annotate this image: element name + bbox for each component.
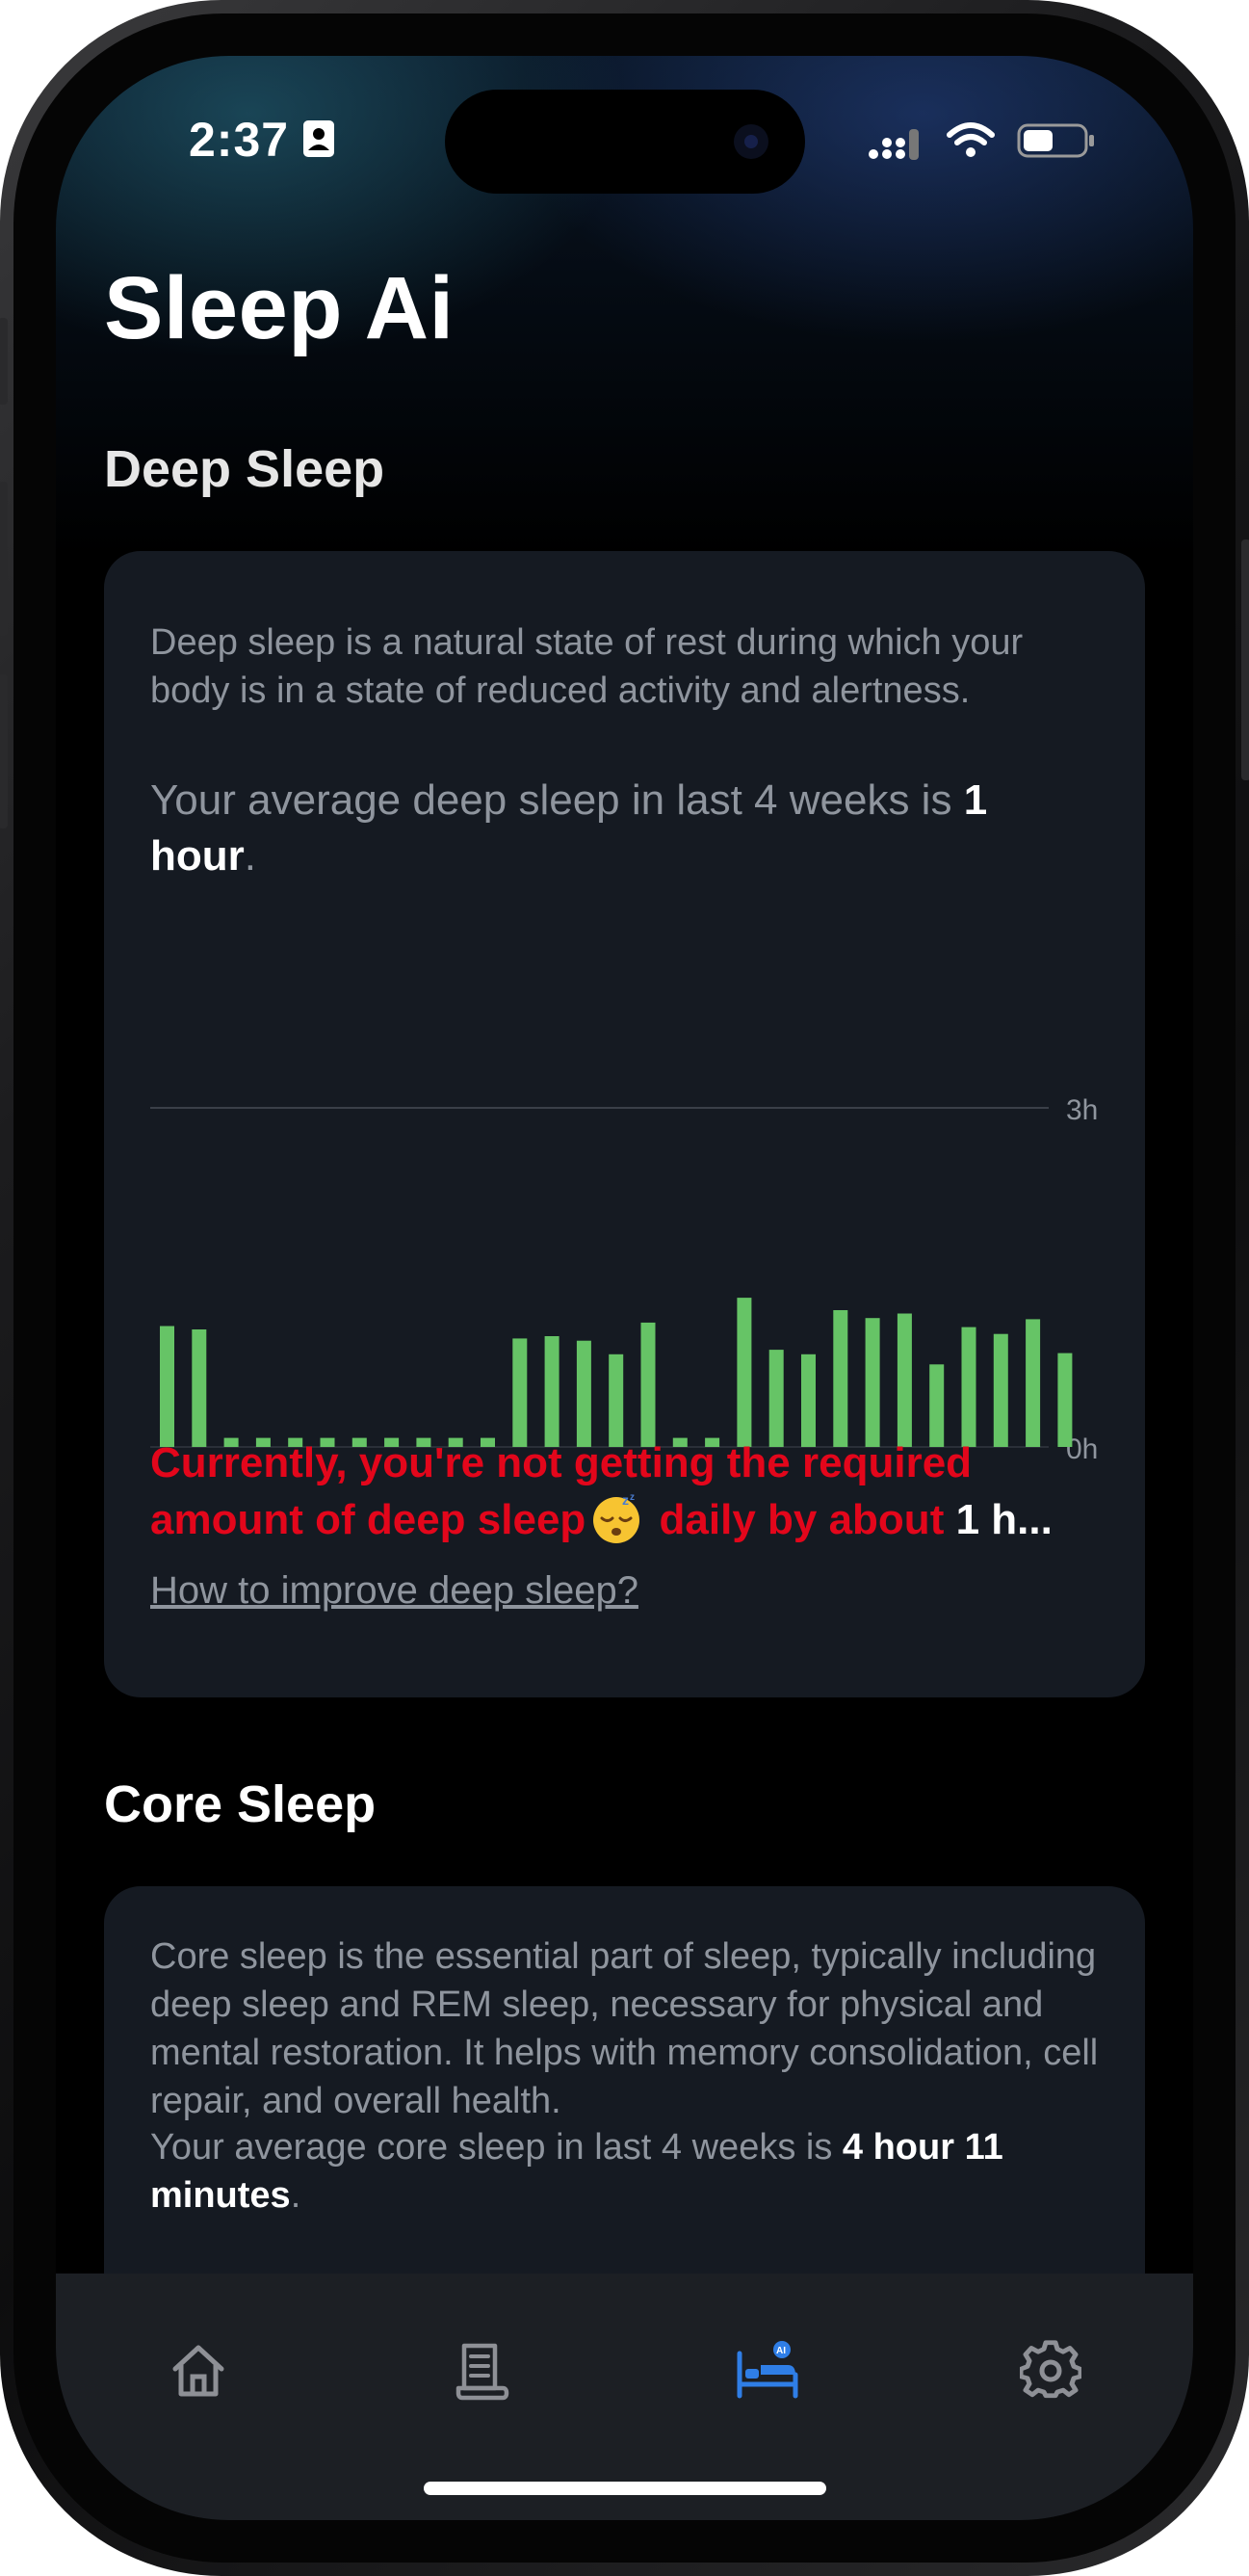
deep-sleep-title: Deep Sleep: [104, 440, 385, 498]
sleep-ai-icon: AI: [737, 2341, 798, 2399]
status-bar: 2:37: [56, 56, 1193, 200]
chart-bar: [801, 1354, 816, 1447]
chart-bar: [993, 1333, 1008, 1447]
chart-bar: [544, 1336, 559, 1447]
chart-bar: [1026, 1319, 1041, 1447]
tab-sleep-ai[interactable]: AI: [724, 2327, 811, 2414]
deep-sleep-average-prefix: Your average deep sleep in last 4 weeks …: [150, 776, 964, 824]
chart-tick-top: 3h: [1066, 1094, 1098, 1126]
dynamic-island: [445, 90, 805, 194]
gear-icon: [1020, 2340, 1081, 2399]
tab-home[interactable]: [155, 2327, 242, 2414]
tab-settings[interactable]: [1007, 2327, 1094, 2414]
chart-bar: [640, 1322, 656, 1447]
deep-sleep-chart: 3h 0h: [150, 1031, 1113, 1465]
home-indicator[interactable]: [424, 2482, 826, 2495]
deep-sleep-average: Your average deep sleep in last 4 weeks …: [150, 773, 1104, 884]
action-button: [0, 318, 8, 405]
battery-icon: [1017, 123, 1094, 158]
warning-middle: daily by about: [647, 1496, 956, 1543]
home-icon: [172, 2345, 224, 2397]
chart-bar: [512, 1338, 528, 1447]
core-sleep-average-suffix: .: [290, 2175, 301, 2216]
deep-sleep-description: Deep sleep is a natural state of rest du…: [150, 622, 1024, 711]
core-sleep-description: Core sleep is the essential part of slee…: [150, 1936, 1099, 2121]
sleepy-face-icon: z z: [593, 1492, 640, 1543]
svg-text:z: z: [622, 1492, 629, 1508]
deep-sleep-average-suffix: .: [244, 832, 256, 880]
volume-up-button: [0, 482, 8, 636]
tab-journal[interactable]: [438, 2327, 525, 2414]
deep-sleep-chart-svg: 3h 0h: [150, 1094, 1098, 1465]
chart-bar: [865, 1318, 880, 1447]
svg-text:z: z: [630, 1492, 635, 1503]
cellular-signal-icon: [869, 129, 919, 160]
improve-deep-sleep-link[interactable]: How to improve deep sleep?: [150, 1569, 638, 1613]
chart-bar: [897, 1313, 912, 1447]
warning-value: 1 h...: [955, 1496, 1053, 1543]
chart-bar: [609, 1354, 624, 1447]
deep-sleep-warning: Currently, you're not getting the requir…: [150, 1435, 1113, 1548]
volume-down-button: [0, 674, 8, 828]
front-camera: [734, 124, 768, 159]
screen: 2:37 Sleep Ai Deep Sleep Deep sleep is a…: [56, 56, 1193, 2520]
chart-bar: [192, 1329, 207, 1447]
contact-card-icon: [303, 120, 334, 157]
chart-bar: [833, 1310, 848, 1447]
core-sleep-average-prefix: Your average core sleep in last 4 weeks …: [150, 2127, 843, 2168]
journal-icon: [455, 2343, 509, 2401]
chart-bars: [160, 1298, 1073, 1447]
deep-sleep-card: Deep sleep is a natural state of rest du…: [104, 551, 1145, 1697]
power-button: [1241, 539, 1249, 780]
core-sleep-title: Core Sleep: [104, 1775, 377, 1833]
chart-bar: [576, 1340, 591, 1447]
chart-bar: [961, 1327, 976, 1447]
app-title: Sleep Ai: [104, 259, 455, 357]
status-time: 2:37: [189, 113, 290, 167]
core-sleep-average: Your average core sleep in last 4 weeks …: [150, 2123, 1104, 2220]
chart-bar: [1057, 1353, 1073, 1447]
wifi-icon: [947, 122, 995, 157]
svg-text:AI: AI: [776, 2346, 786, 2356]
chart-bar: [737, 1298, 752, 1447]
chart-bar: [768, 1350, 784, 1447]
chart-bar: [160, 1326, 174, 1447]
